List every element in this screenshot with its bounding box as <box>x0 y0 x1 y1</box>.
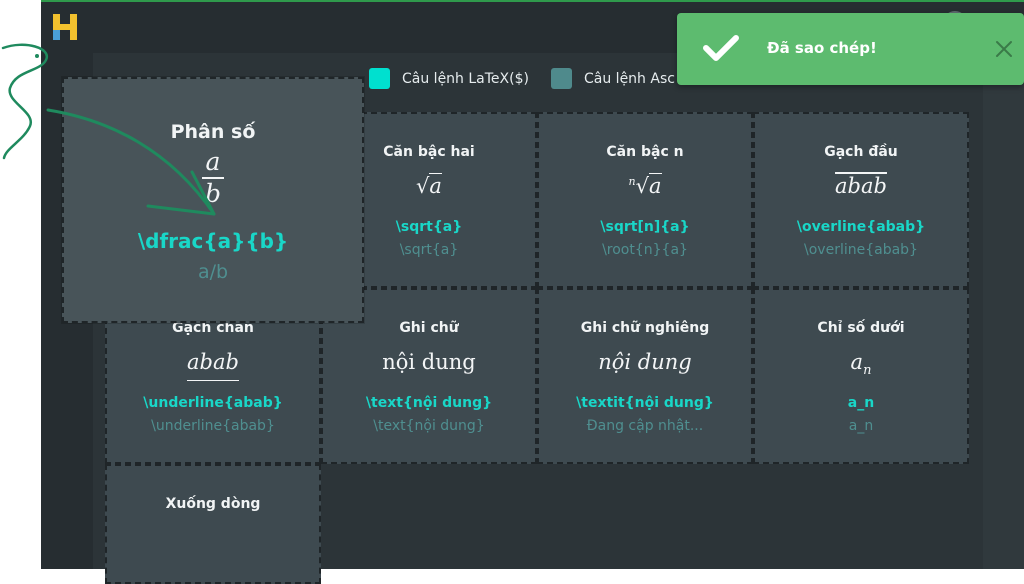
card-title: Xuống dòng <box>165 496 261 512</box>
card-overline[interactable]: Gạch đầu abab \overline{abab} \overline{… <box>753 112 969 288</box>
card-latex: a_n <box>847 395 875 411</box>
card-latex: \textit{nội dung} <box>576 395 714 411</box>
legend-ascii: Câu lệnh Asc <box>551 68 675 89</box>
toast-message: Đã sao chép! <box>767 39 877 57</box>
latex-swatch <box>369 68 390 89</box>
legend-latex: Câu lệnh LaTeX($) <box>369 68 529 89</box>
card-math: abab <box>835 174 887 198</box>
card-fraction[interactable]: Phân số a b \dfrac{a}{b} a/b <box>62 77 364 323</box>
card-math: an <box>850 350 872 379</box>
scroll-track[interactable] <box>983 53 1024 569</box>
card-root[interactable]: Căn bậc n n√a \sqrt[n]{a} \root{n}{a} <box>537 112 753 288</box>
legend-latex-label: Câu lệnh LaTeX($) <box>402 70 529 87</box>
fraction-denominator: b <box>204 179 221 208</box>
card-latex: \overline{abab} <box>796 219 926 235</box>
card-ascii: \overline{abab} <box>804 242 918 258</box>
card-title: Căn bậc n <box>606 144 684 160</box>
card-math: n√a <box>628 173 662 198</box>
card-textit[interactable]: Ghi chữ nghiêng nội dung \textit{nội dun… <box>537 288 753 464</box>
card-ascii: a/b <box>197 261 229 283</box>
card-title: Gạch đầu <box>824 144 898 160</box>
card-ascii: Đang cập nhật... <box>586 418 704 434</box>
card-latex: \text{nội dung} <box>365 395 493 411</box>
card-math: nội dung <box>598 350 692 374</box>
card-title: Chỉ số dưới <box>817 320 905 336</box>
app-logo-icon[interactable] <box>53 14 77 40</box>
card-ascii: a_n <box>848 418 874 434</box>
card-latex: \dfrac{a}{b} <box>137 229 289 253</box>
card-math: nội dung <box>382 350 476 374</box>
check-icon <box>703 35 739 61</box>
card-math: abab <box>107 350 319 381</box>
fraction-math: a b <box>64 149 362 207</box>
ascii-swatch <box>551 68 572 89</box>
card-latex: \underline{abab} <box>143 395 283 411</box>
card-newline[interactable]: Xuống dòng <box>105 464 321 584</box>
card-ascii: \root{n}{a} <box>602 242 688 258</box>
fraction-numerator: a <box>205 147 221 176</box>
legend-ascii-label: Câu lệnh Asc <box>584 70 675 87</box>
card-title: Phân số <box>170 121 256 143</box>
card-ascii: \underline{abab} <box>151 418 275 434</box>
card-subscript[interactable]: Chỉ số dưới an a_n a_n <box>753 288 969 464</box>
card-latex: \sqrt[n]{a} <box>600 219 690 235</box>
card-ascii: \text{nội dung} <box>373 418 485 434</box>
copy-toast: Đã sao chép! <box>677 13 1024 85</box>
close-icon[interactable] <box>994 39 1014 59</box>
card-title: Ghi chữ nghiêng <box>580 320 710 336</box>
